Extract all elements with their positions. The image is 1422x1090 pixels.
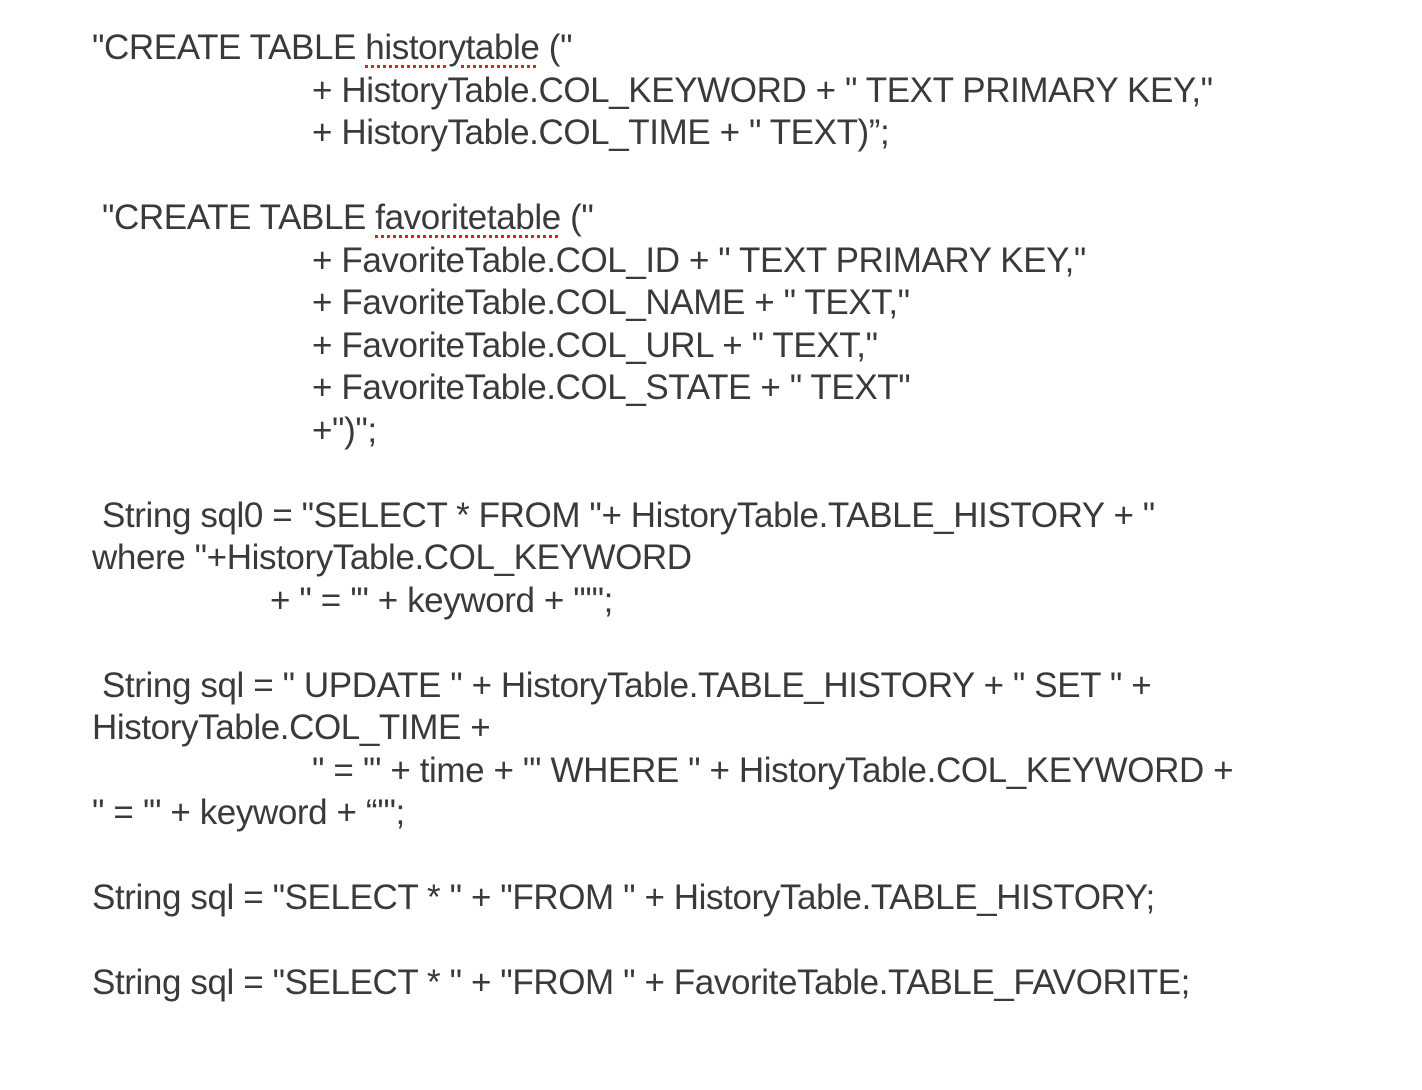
select-keyword-line-3: + " = '" + keyword + "'";	[270, 581, 613, 620]
favorite-create-prefix: "CREATE TABLE	[102, 198, 376, 237]
favorite-create-suffix: ("	[560, 198, 594, 237]
favorite-create-line-4: + FavoriteTable.COL_URL + " TEXT,"	[312, 326, 878, 365]
history-create-prefix: "CREATE TABLE	[92, 28, 366, 67]
select-keyword-line-1: String sql0 = "SELECT * FROM "+ HistoryT…	[102, 496, 1155, 535]
favorite-create-line-2: + FavoriteTable.COL_ID + " TEXT PRIMARY …	[312, 241, 1086, 280]
update-time-line-4: " = '" + keyword + “'";	[92, 793, 405, 832]
favorite-table-word: favoritetable	[375, 198, 561, 237]
select-history-line: String sql = "SELECT * " + "FROM " + His…	[92, 878, 1155, 917]
favorite-create-line-3: + FavoriteTable.COL_NAME + " TEXT,"	[312, 283, 910, 322]
history-create-line-3: + HistoryTable.COL_TIME + " TEXT)”;	[312, 113, 890, 152]
favorite-create-line-5: + FavoriteTable.COL_STATE + " TEXT"	[312, 368, 911, 407]
update-time-line-2: HistoryTable.COL_TIME +	[92, 708, 491, 747]
select-favorite-line: String sql = "SELECT * " + "FROM " + Fav…	[92, 963, 1190, 1002]
history-table-word: historytable	[365, 28, 540, 67]
favorite-create-line-1: "CREATE TABLE favoritetable ("	[102, 197, 594, 239]
document-page: "CREATE TABLE historytable (" + HistoryT…	[0, 0, 1422, 1090]
update-time-line-3: " = '" + time + "' WHERE " + HistoryTabl…	[312, 751, 1234, 790]
history-create-line-2: + HistoryTable.COL_KEYWORD + " TEXT PRIM…	[312, 71, 1213, 110]
favorite-create-line-6: +")";	[312, 411, 377, 450]
update-time-line-1: String sql = " UPDATE " + HistoryTable.T…	[102, 666, 1152, 705]
select-keyword-line-2: where "+HistoryTable.COL_KEYWORD	[92, 538, 692, 577]
history-create-line-1: "CREATE TABLE historytable ("	[92, 27, 572, 69]
history-create-suffix: ("	[539, 28, 573, 67]
